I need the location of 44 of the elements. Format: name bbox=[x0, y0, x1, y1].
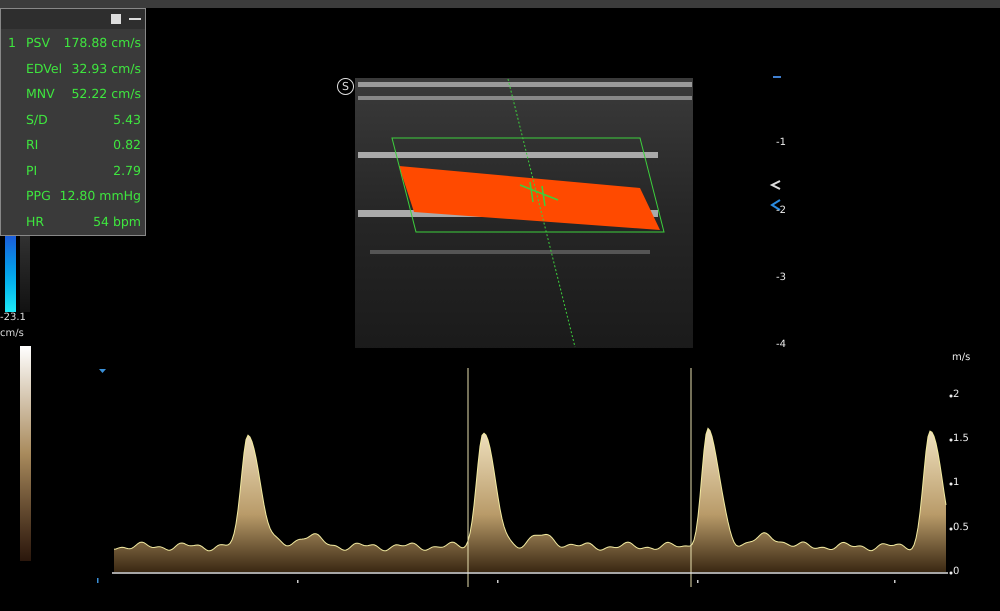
time-tick bbox=[497, 580, 498, 583]
scale-tick bbox=[950, 394, 952, 398]
velocity-scale-label: 1.5 bbox=[953, 434, 969, 444]
measurement-value: 2.79 bbox=[113, 162, 141, 180]
color-scale-min-label: -23.1 bbox=[0, 313, 26, 323]
sample-gate-icon bbox=[520, 182, 558, 206]
measurement-value: 0.82 bbox=[113, 136, 141, 154]
measurement-value: 5.43 bbox=[113, 110, 141, 129]
measurement-index: 1 bbox=[8, 35, 16, 50]
time-tick bbox=[894, 580, 896, 583]
time-tick bbox=[297, 580, 298, 583]
depth-label: -1 bbox=[776, 138, 786, 148]
measurement-value: 12.80 mmHg bbox=[60, 187, 141, 206]
depth-label: -4 bbox=[776, 340, 786, 350]
measurement-label: EDVel bbox=[26, 60, 62, 78]
orientation-mark: S bbox=[337, 78, 354, 95]
time-tick bbox=[97, 578, 98, 583]
measurement-label: S/D bbox=[26, 110, 48, 129]
velocity-scale-label: 0.5 bbox=[953, 523, 969, 533]
baseline-marker-icon bbox=[99, 369, 106, 373]
measurement-label: RI bbox=[26, 136, 38, 154]
depth-label: -3 bbox=[776, 273, 786, 283]
scale-tick bbox=[950, 528, 952, 530]
velocity-scale-label: 1 bbox=[953, 478, 960, 488]
velocity-scale-label: 0 bbox=[953, 567, 960, 577]
measurement-value: 54 bpm bbox=[93, 212, 141, 231]
measurement-label: MNV bbox=[26, 85, 55, 104]
measurement-label: PSV bbox=[26, 34, 50, 52]
time-tick bbox=[697, 580, 698, 583]
depth-marker bbox=[773, 76, 781, 78]
measurement-value: 32.93 cm/s bbox=[71, 60, 141, 78]
scale-tick bbox=[950, 482, 952, 486]
velocity-scale-label: 2 bbox=[953, 390, 960, 400]
measurement-value: 178.88 cm/s bbox=[64, 34, 141, 52]
color-scale-unit: cm/s bbox=[0, 329, 24, 339]
focus-marker-icon bbox=[770, 180, 780, 190]
velocity-unit: m/s bbox=[952, 353, 970, 363]
depth-label: -2 bbox=[776, 206, 786, 216]
measurement-label: PI bbox=[26, 162, 38, 180]
measurement-label: HR bbox=[26, 212, 44, 231]
measurement-label: PPG bbox=[26, 187, 51, 206]
scale-tick bbox=[950, 438, 952, 442]
scale-tick bbox=[950, 572, 952, 574]
measurement-value: 52.22 cm/s bbox=[71, 85, 141, 104]
